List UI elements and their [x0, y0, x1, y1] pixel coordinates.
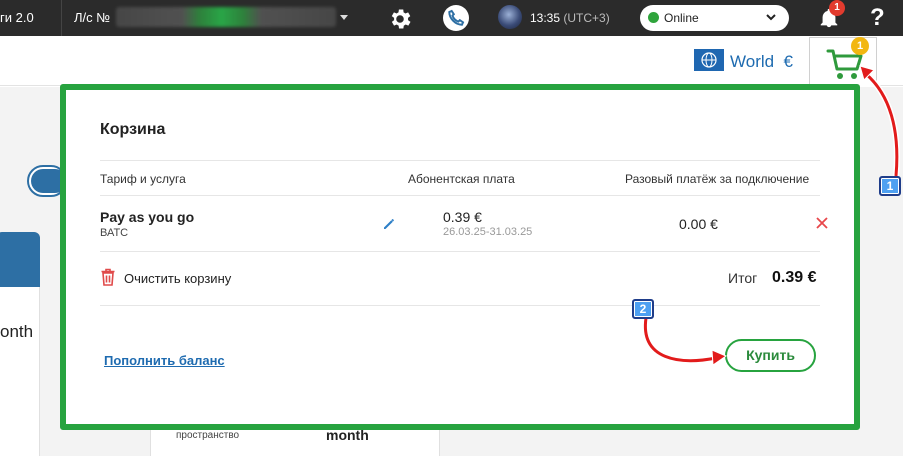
- account-label[interactable]: Л/с №: [74, 10, 110, 25]
- phone-icon: [448, 9, 465, 26]
- cart-popup: [60, 84, 860, 430]
- region-selector[interactable]: World €: [730, 52, 793, 72]
- top-bar: ги 2.0 Л/с № 13:35 (UTC+3) Online 1 ?: [0, 0, 903, 36]
- status-select[interactable]: Online: [640, 5, 789, 31]
- step-marker-1: 1: [879, 176, 901, 196]
- cart-item-connection-fee: 0.00 €: [679, 216, 718, 232]
- chevron-down-icon: [766, 14, 776, 21]
- status-label: Online: [664, 11, 699, 25]
- account-number-redacted[interactable]: [116, 7, 336, 27]
- background-month-text: onth: [0, 322, 34, 341]
- cart-count-badge: 1: [851, 37, 869, 55]
- column-header-connection-fee: Разовый платёж за подключение: [625, 172, 810, 186]
- clock: 13:35 (UTC+3): [530, 11, 610, 25]
- user-avatar[interactable]: [498, 5, 522, 29]
- account-dropdown-caret-icon[interactable]: [340, 15, 348, 20]
- cart-item-name: Pay as you go: [100, 209, 195, 225]
- divider: [100, 160, 820, 161]
- divider: [100, 305, 820, 306]
- edit-pencil-icon[interactable]: [382, 217, 396, 231]
- trash-icon[interactable]: [100, 268, 116, 286]
- total-label: Итог: [728, 270, 758, 286]
- background-space-label: пространство: [176, 430, 240, 441]
- buy-button[interactable]: Купить: [725, 339, 816, 372]
- notifications-badge: 1: [829, 0, 845, 16]
- brand-label: ги 2.0: [0, 10, 34, 25]
- step-marker-2: 2: [632, 299, 654, 319]
- topbar-divider: [61, 0, 62, 36]
- divider: [100, 251, 820, 252]
- divider: [100, 195, 820, 196]
- remove-item-close-icon[interactable]: [815, 216, 829, 230]
- help-icon[interactable]: ?: [870, 4, 885, 32]
- top-up-balance-link[interactable]: Пополнить баланс: [104, 353, 225, 368]
- column-header-service: Тариф и услуга: [100, 172, 186, 186]
- region-label: World: [730, 52, 775, 71]
- clock-timezone: (UTC+3): [563, 11, 610, 25]
- cart-item-fee: 0.39 €: [443, 209, 482, 225]
- cart-item-subtitle: ВАТС: [100, 227, 129, 239]
- background-tariff-card-header: [0, 232, 40, 287]
- clear-cart-button[interactable]: Очистить корзину: [124, 271, 231, 286]
- cart-item-period: 26.03.25-31.03.25: [443, 226, 533, 238]
- phone-button[interactable]: [443, 5, 469, 31]
- total-value: 0.39 €: [772, 269, 817, 286]
- currency-label: €: [783, 52, 794, 71]
- cart-title: Корзина: [100, 121, 166, 138]
- settings-gear-icon[interactable]: [387, 6, 413, 32]
- world-globe-icon[interactable]: [694, 49, 724, 71]
- status-online-dot-icon: [648, 12, 659, 23]
- column-header-subscription-fee: Абонентская плата: [408, 172, 515, 186]
- clock-time: 13:35: [530, 11, 561, 25]
